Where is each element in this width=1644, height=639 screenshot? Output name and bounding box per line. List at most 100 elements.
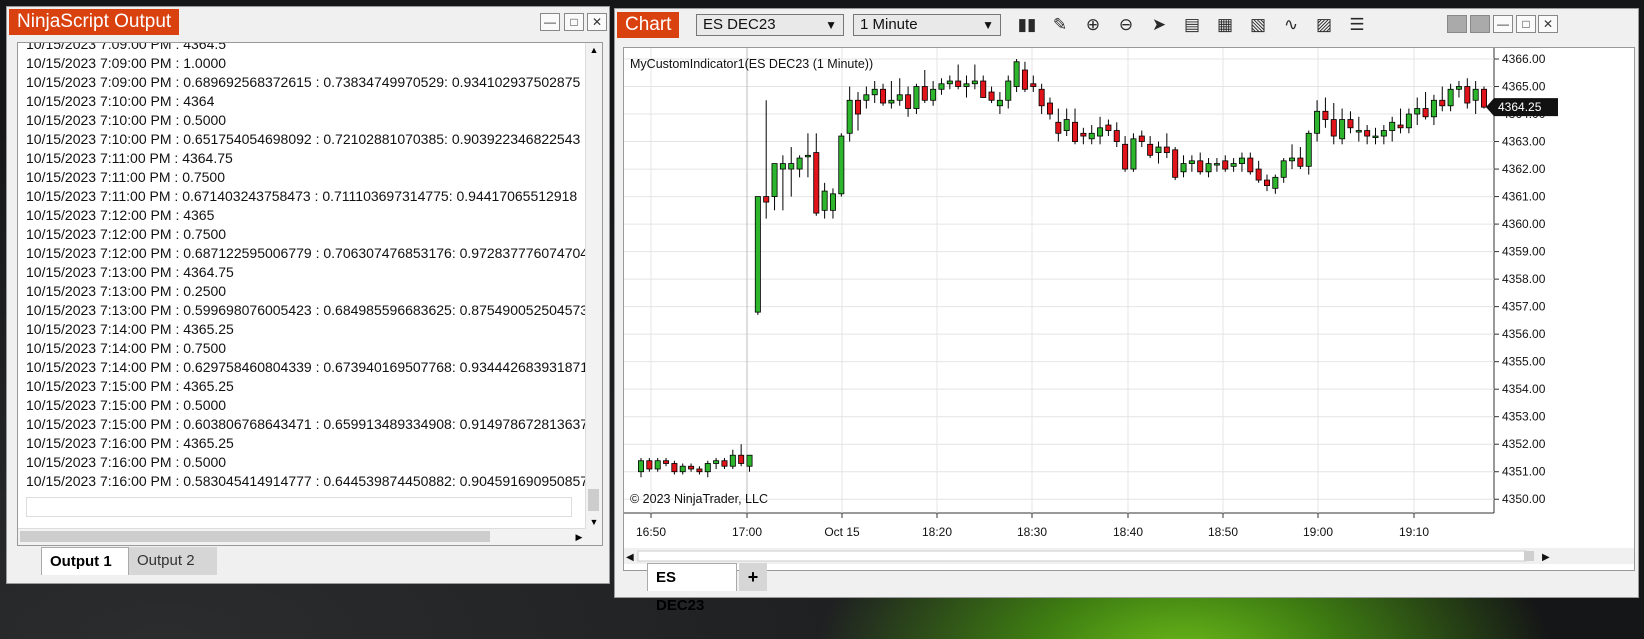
restore-icon[interactable] (1447, 15, 1467, 33)
chart-titlebar[interactable]: Chart ES DEC23 ▼ 1 Minute ▼ ▮▮ ✎ ⊕ ⊖ ➤ ▤ ▦ ▧ ∿ ▨ ☰… (615, 9, 1638, 41)
candle-down (1030, 83, 1037, 87)
output-line: 10/15/2023 7:09:00 PM : 1.0000 (26, 55, 227, 71)
output-line: 10/15/2023 7:16:00 PM : 0.58304541491477… (26, 473, 589, 489)
candle-up (796, 157, 803, 170)
chart-trader-icon[interactable]: ▦ (1214, 15, 1236, 35)
horizontal-scrollbar[interactable]: ▶ (18, 528, 586, 545)
y-tick-label: 4352.00 (1502, 437, 1546, 451)
close-icon[interactable]: ✕ (587, 13, 607, 31)
candle-up (829, 193, 836, 211)
zoom-out-icon[interactable]: ⊖ (1115, 15, 1137, 35)
candle-down (1072, 121, 1079, 142)
output-line: 10/15/2023 7:13:00 PM : 0.59969807600542… (26, 302, 589, 318)
scroll-down-icon[interactable]: ▼ (586, 515, 602, 529)
candle-down (813, 152, 820, 214)
candle-up (1355, 130, 1362, 133)
candle-up (963, 83, 970, 87)
candle-up (1472, 88, 1479, 101)
output-window-title: NinjaScript Output (9, 9, 180, 35)
candle-down (1364, 130, 1371, 137)
tab-es-dec23[interactable]: ES DEC23 (647, 563, 737, 614)
candle-up (1180, 163, 1187, 173)
y-tick-label: 4354.00 (1502, 382, 1546, 396)
candle-down (1147, 143, 1154, 156)
chevron-down-icon: ▼ (825, 18, 837, 32)
candlestick-chart[interactable]: 4366.004365.004364.004363.004362.004361.… (624, 48, 1634, 570)
maximize-icon[interactable]: □ (564, 13, 584, 31)
candle-down (721, 460, 728, 467)
output-line: 10/15/2023 7:16:00 PM : 0.5000 (26, 454, 227, 470)
candle-down (696, 468, 703, 473)
candle-down (1397, 124, 1404, 129)
x-tick-label: 18:20 (922, 525, 952, 539)
candle-down (1138, 135, 1145, 142)
drawing-tool-icon[interactable]: ✎ (1049, 15, 1071, 35)
candle-up (1130, 138, 1137, 170)
scroll-thumb[interactable] (588, 489, 599, 511)
x-tick-label: 19:00 (1303, 525, 1333, 539)
candle-down (980, 80, 987, 98)
candle-up (821, 190, 828, 211)
x-tick-label: 18:30 (1017, 525, 1047, 539)
zoom-in-icon[interactable]: ⊕ (1082, 15, 1104, 35)
candle-up (996, 99, 1003, 107)
data-box-icon[interactable]: ▤ (1181, 15, 1203, 35)
candle-down (1264, 179, 1270, 186)
candle-up (913, 86, 920, 109)
output-line: 10/15/2023 7:10:00 PM : 4364 (26, 93, 215, 109)
candle-up (1305, 132, 1312, 167)
plot-area (624, 48, 1494, 513)
pointer-icon[interactable]: ➤ (1148, 15, 1170, 35)
candle-up (863, 94, 870, 101)
candle-up (846, 99, 853, 134)
candle-down (988, 91, 995, 101)
close-icon[interactable]: ✕ (1538, 15, 1558, 33)
chart-hscroll-track (637, 550, 1527, 562)
properties-icon[interactable]: ☰ (1346, 15, 1368, 35)
templates-icon[interactable]: ▨ (1313, 15, 1335, 35)
candle-down (1330, 119, 1337, 137)
candle-down (1322, 110, 1329, 120)
candle-up (729, 454, 736, 467)
tab-output-1[interactable]: Output 1 (41, 547, 129, 575)
scroll-up-icon[interactable]: ▲ (586, 43, 602, 57)
output-titlebar[interactable]: NinjaScript Output — □ ✕ (7, 7, 609, 37)
candle-up (1205, 163, 1212, 173)
scroll-right-icon[interactable]: ▶ (572, 529, 586, 545)
candle-down (1080, 132, 1087, 137)
interval-selector[interactable]: 1 Minute ▼ (853, 14, 1001, 36)
bar-type-icon[interactable]: ▮▮ (1016, 15, 1038, 35)
y-tick-label: 4362.00 (1502, 162, 1546, 176)
output-line: 10/15/2023 7:14:00 PM : 0.62975846080433… (26, 359, 589, 375)
tab-output-2[interactable]: Output 2 (129, 547, 217, 575)
candle-down (1172, 149, 1179, 178)
y-tick-label: 4355.00 (1502, 355, 1546, 369)
candle-down (855, 99, 861, 115)
output-lines: 10/15/2023 7:09:00 PM : 4364.5 10/15/2023… (18, 43, 589, 491)
output-line: 10/15/2023 7:11:00 PM : 0.67140324375847… (26, 188, 578, 204)
link-icon[interactable] (1470, 15, 1490, 33)
candle-up (704, 463, 711, 473)
input-line[interactable] (26, 497, 572, 517)
candle-up (1230, 163, 1237, 167)
candle-up (871, 88, 878, 96)
candle-up (1455, 86, 1462, 90)
hscroll-thumb[interactable] (20, 531, 490, 542)
minimize-icon[interactable]: — (540, 13, 560, 31)
scroll-right-icon: ▶ (1542, 552, 1550, 563)
candle-up (771, 163, 778, 197)
candle-up (788, 163, 795, 170)
candle-down (1247, 157, 1254, 173)
vertical-scrollbar[interactable]: ▲ ▼ (585, 43, 602, 545)
add-tab-button[interactable]: + (739, 563, 767, 591)
candle-up (713, 460, 720, 464)
instrument-selector[interactable]: ES DEC23 ▼ (696, 14, 844, 36)
minimize-icon[interactable]: — (1493, 15, 1513, 33)
chart-panel[interactable]: 4366.004365.004364.004363.004362.004361.… (623, 47, 1635, 571)
y-tick-label: 4361.00 (1502, 190, 1546, 204)
maximize-icon[interactable]: □ (1516, 15, 1536, 33)
output-text-area[interactable]: 10/15/2023 7:09:00 PM : 4364.5 10/15/2023… (17, 42, 603, 546)
indicators-icon[interactable]: ▧ (1247, 15, 1269, 35)
strategies-icon[interactable]: ∿ (1280, 15, 1302, 35)
output-line: 10/15/2023 7:11:00 PM : 0.7500 (26, 169, 226, 185)
